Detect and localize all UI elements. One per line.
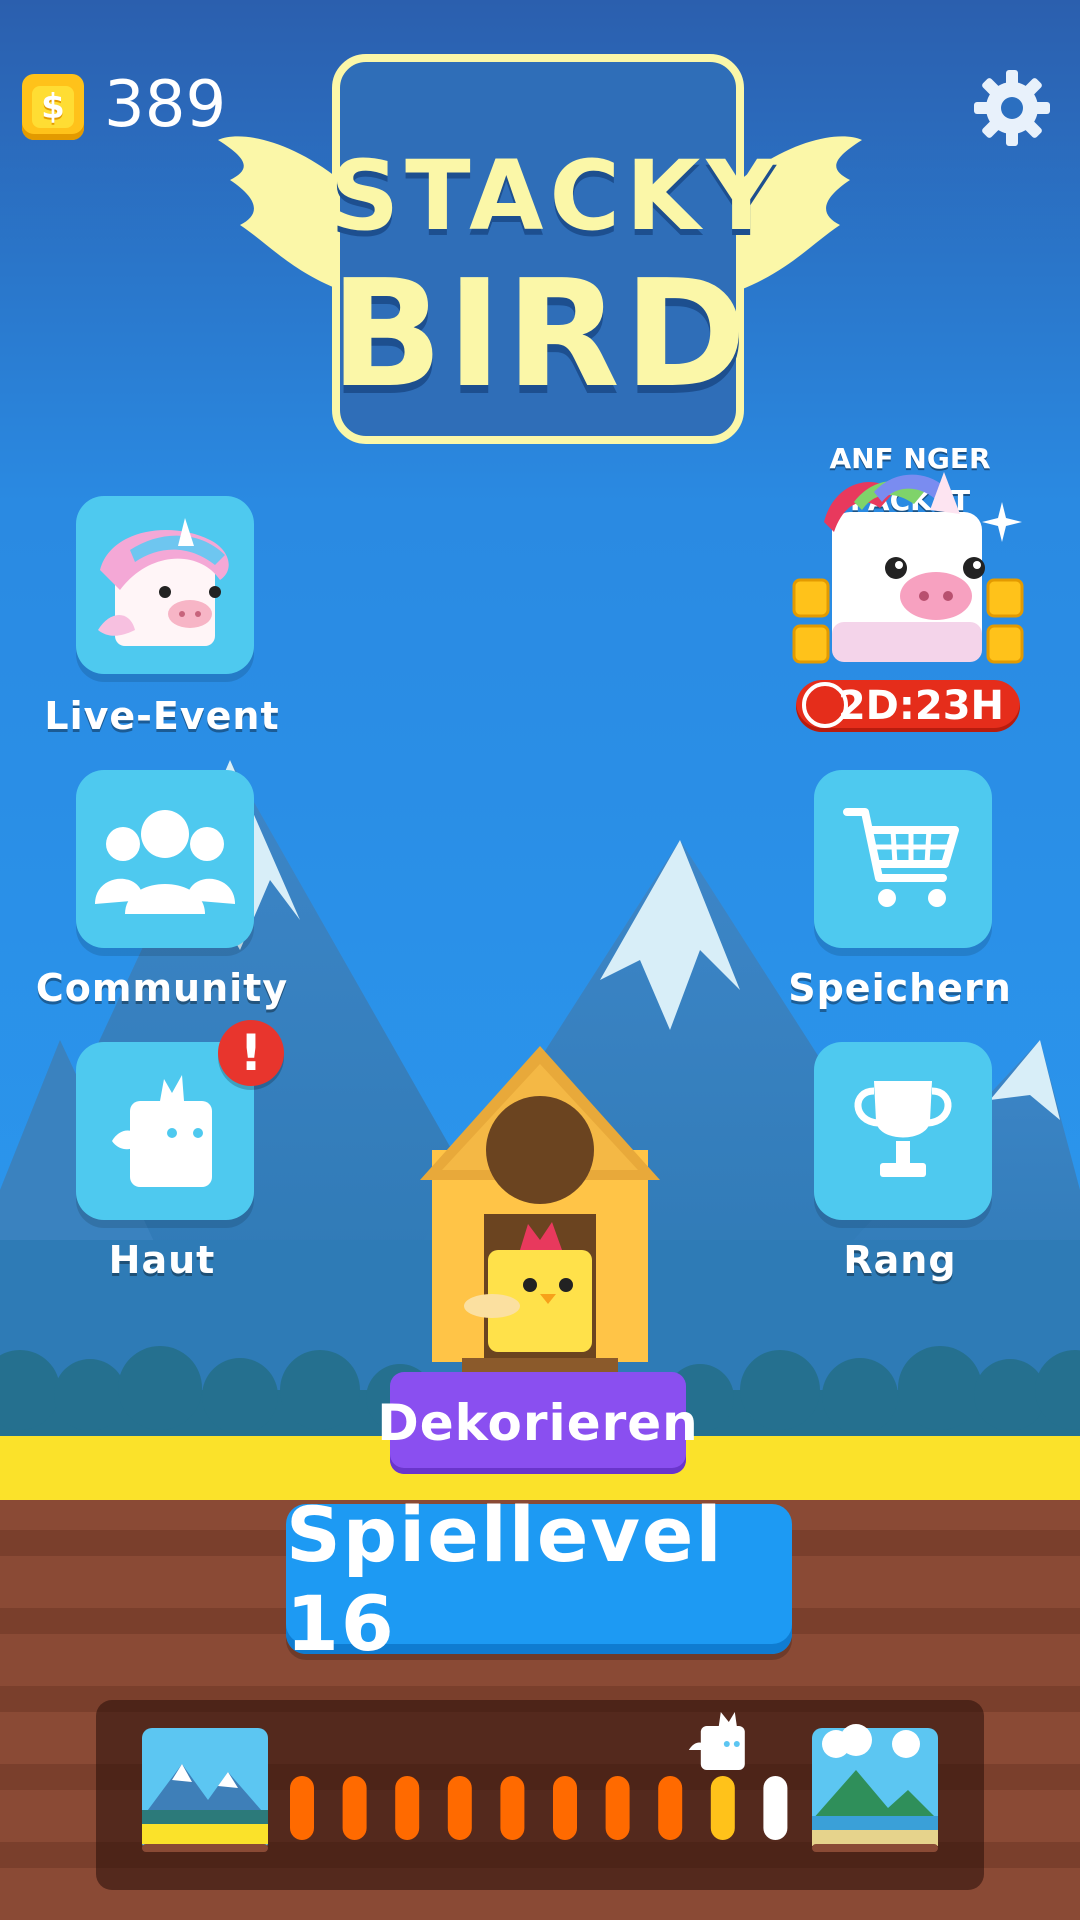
shop-button[interactable]	[814, 770, 992, 948]
live-event-label: Live-Event	[44, 694, 280, 738]
game-logo: STACKY BIRD	[330, 52, 782, 444]
progress-pip	[658, 1776, 683, 1840]
level-progress-bar	[142, 1712, 938, 1852]
progress-pip	[447, 1776, 472, 1840]
mountain-world-icon	[142, 1728, 268, 1852]
logo-title-line1: STACKY	[330, 140, 782, 252]
unicorn-pig-icon	[824, 472, 985, 662]
clock-icon	[802, 682, 848, 728]
skin-alert-badge: !	[218, 1020, 284, 1086]
progress-pip	[500, 1776, 525, 1840]
progress-pip	[710, 1776, 735, 1840]
people-group-icon	[95, 810, 235, 914]
coin-icon: $	[22, 74, 84, 140]
progress-pip	[290, 1776, 314, 1840]
progress-pip	[553, 1776, 577, 1840]
gear-icon[interactable]	[972, 68, 1052, 148]
shopping-cart-icon	[843, 808, 959, 907]
sparkle-icon	[982, 502, 1022, 542]
progress-pip	[395, 1776, 420, 1840]
bird-silhouette-icon	[112, 1075, 212, 1187]
community-label: Community	[35, 966, 289, 1010]
live-event-button[interactable]	[76, 496, 254, 674]
shop-label: Speichern	[788, 966, 1012, 1010]
skin-label: Haut	[108, 1238, 216, 1282]
progress-pip	[763, 1776, 788, 1840]
starter-pack-button[interactable]	[784, 462, 1030, 682]
play-level-button[interactable]: Spiellevel 16	[286, 1490, 792, 1668]
progress-pip	[605, 1776, 630, 1840]
community-button[interactable]	[76, 770, 254, 948]
rank-button[interactable]	[814, 1042, 992, 1220]
decorate-button[interactable]: Dekorieren	[377, 1372, 698, 1474]
timer-text: 2D:23H	[837, 683, 1004, 729]
coin-count: 389	[104, 68, 227, 142]
bird-marker-icon	[688, 1712, 745, 1770]
unicorn-pig-icon	[98, 518, 229, 646]
starter-pack-timer: 2D:23H	[796, 680, 1020, 732]
trophy-icon	[854, 1081, 952, 1177]
rank-label: Rang	[843, 1238, 957, 1282]
progress-pip	[342, 1776, 367, 1840]
island-world-icon	[812, 1724, 938, 1852]
logo-title-line2: BIRD	[330, 248, 751, 420]
dollar-coin-icon: $	[32, 86, 74, 128]
